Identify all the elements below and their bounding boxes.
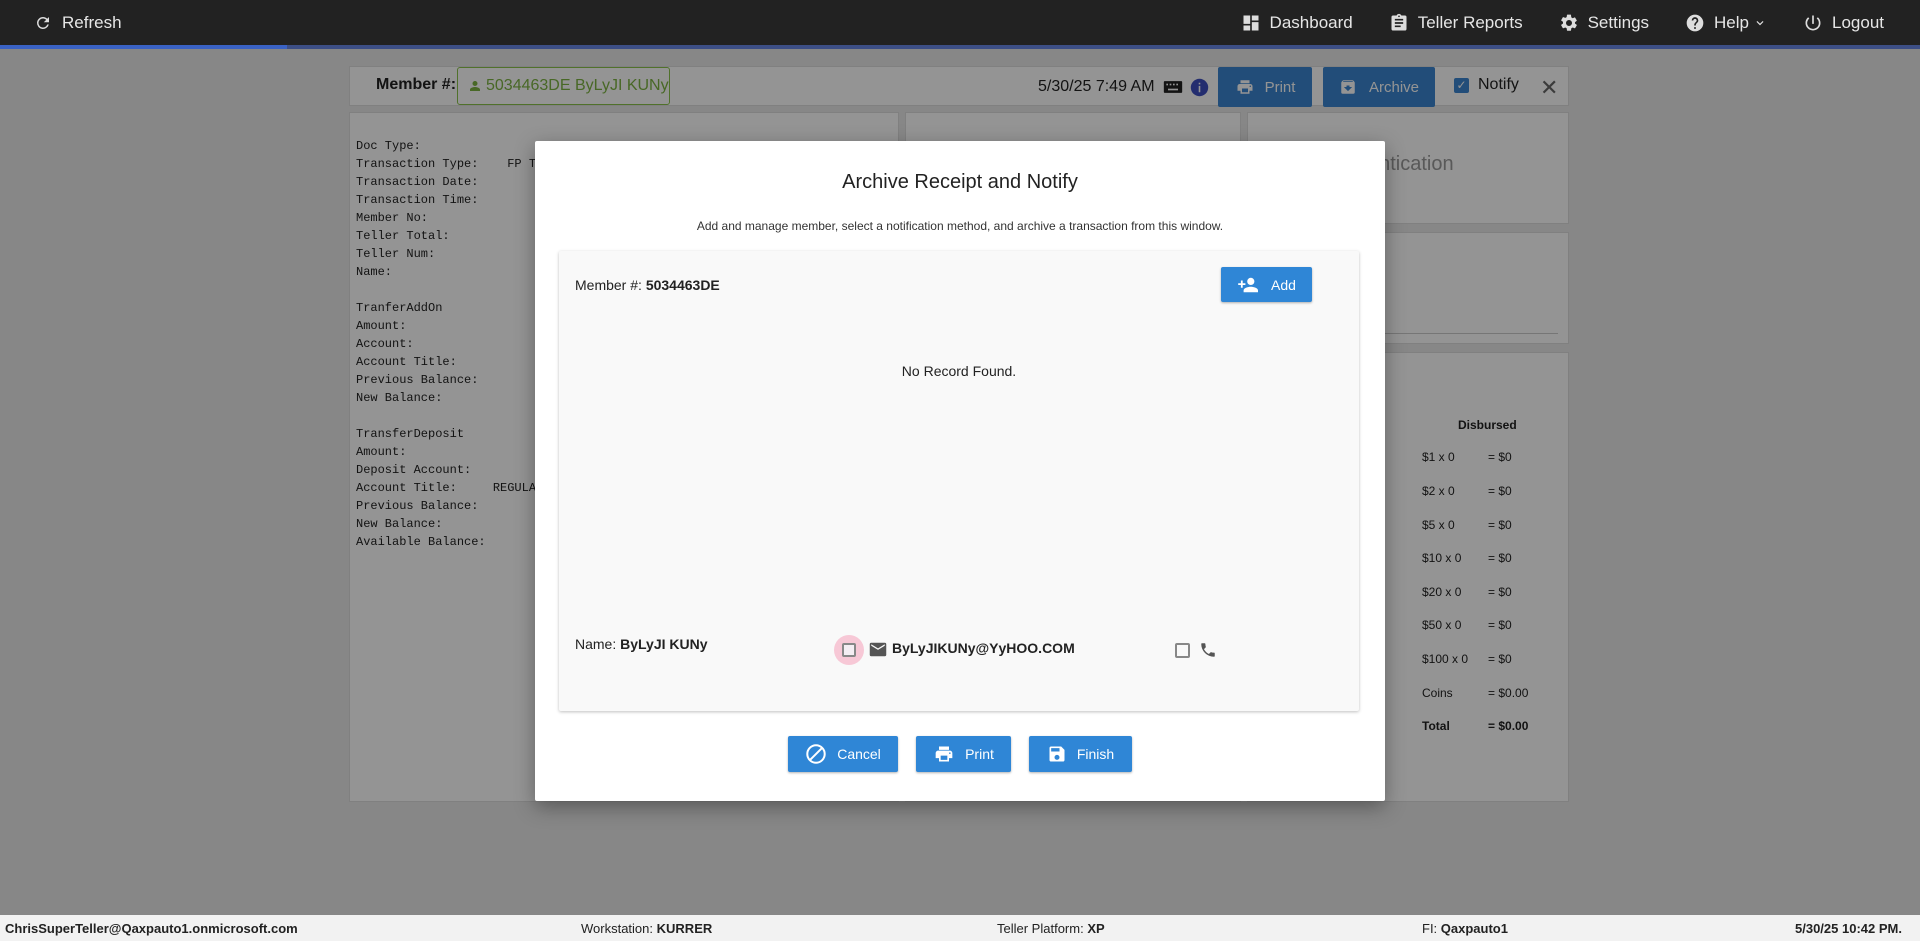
power-icon	[1805, 15, 1821, 30]
top-navigation-bar: Refresh Dashboard Teller Reports Setting…	[0, 0, 1920, 45]
refresh-icon	[36, 16, 49, 29]
chevron-down-icon	[1756, 20, 1764, 25]
status-workstation-label: Workstation:	[581, 921, 654, 936]
dashboard-icon	[1243, 15, 1259, 30]
contact-name-label: Name:	[575, 636, 617, 652]
nav-teller-reports-label: Teller Reports	[1417, 12, 1523, 32]
help-icon	[1686, 14, 1704, 31]
status-fi-value: Qaxpauto1	[1440, 921, 1508, 936]
cancel-label: Cancel	[837, 746, 881, 762]
print-label: Print	[965, 746, 994, 762]
dialog-subtitle: Add and manage member, select a notifica…	[696, 219, 1224, 233]
member-number-value: 5034463DE	[645, 277, 720, 293]
nav-settings-label: Settings	[1587, 12, 1650, 32]
contact-name-value: ByLyJI KUNy	[620, 636, 708, 652]
member-number: Member #: 5034463DE	[575, 277, 720, 293]
add-member-button[interactable]: Add	[1221, 267, 1312, 302]
member-card: Member #: 5034463DE Add No Record Found.…	[559, 251, 1359, 711]
archive-notify-dialog: Archive Receipt and Notify Add and manag…	[535, 141, 1385, 801]
nav-help-label: Help	[1714, 12, 1749, 32]
main-nav: Dashboard Teller Reports Settings Help L…	[1241, 0, 1920, 45]
member-number-label: Member #:	[575, 277, 642, 293]
finish-button[interactable]: Finish	[1029, 736, 1132, 772]
status-workstation-value: KURRER	[656, 921, 713, 936]
contact-email: ByLyJIKUNy@YyHOO.COM	[892, 640, 1075, 656]
nav-dashboard-label: Dashboard	[1269, 12, 1353, 32]
refresh-label: Refresh	[62, 12, 122, 32]
finish-label: Finish	[1076, 746, 1115, 762]
nav-teller-reports[interactable]: Teller Reports	[1389, 13, 1523, 33]
add-person-icon	[1238, 277, 1259, 292]
nav-logout-label: Logout	[1832, 12, 1884, 32]
phone-icon	[1201, 643, 1215, 657]
email-notify-checkbox[interactable]	[834, 635, 864, 665]
no-record-message: No Record Found.	[901, 363, 1017, 379]
status-datetime: 5/30/25 10:42 PM.	[1795, 921, 1902, 936]
printer-icon	[935, 746, 953, 762]
status-fi: FI: Qaxpauto1	[1422, 921, 1508, 936]
save-icon	[1049, 746, 1065, 762]
nav-dashboard[interactable]: Dashboard	[1241, 13, 1353, 33]
dialog-title: Archive Receipt and Notify	[842, 171, 1078, 193]
print-button[interactable]: Print	[916, 736, 1011, 772]
add-member-label: Add	[1271, 276, 1296, 293]
nav-settings[interactable]: Settings	[1559, 13, 1649, 33]
phone-notify-checkbox[interactable]	[1175, 643, 1190, 658]
nav-help[interactable]: Help	[1685, 13, 1767, 33]
nav-logout[interactable]: Logout	[1803, 13, 1884, 33]
gear-icon	[1560, 14, 1577, 31]
refresh-button[interactable]: Refresh	[34, 13, 122, 33]
status-platform-value: XP	[1087, 921, 1105, 936]
mail-icon	[869, 642, 887, 657]
cancel-button[interactable]: Cancel	[788, 736, 898, 772]
status-user: ChrisSuperTeller@Qaxpauto1.onmicrosoft.c…	[5, 921, 298, 936]
status-workstation: Workstation: KURRER	[581, 921, 712, 936]
cancel-icon	[806, 744, 826, 764]
status-bar: ChrisSuperTeller@Qaxpauto1.onmicrosoft.c…	[0, 915, 1920, 941]
clipboard-icon	[1391, 13, 1407, 31]
contact-name: Name: ByLyJI KUNy	[575, 636, 708, 652]
status-platform-label: Teller Platform:	[997, 921, 1084, 936]
status-fi-label: FI:	[1422, 921, 1438, 936]
status-platform: Teller Platform: XP	[997, 921, 1105, 936]
